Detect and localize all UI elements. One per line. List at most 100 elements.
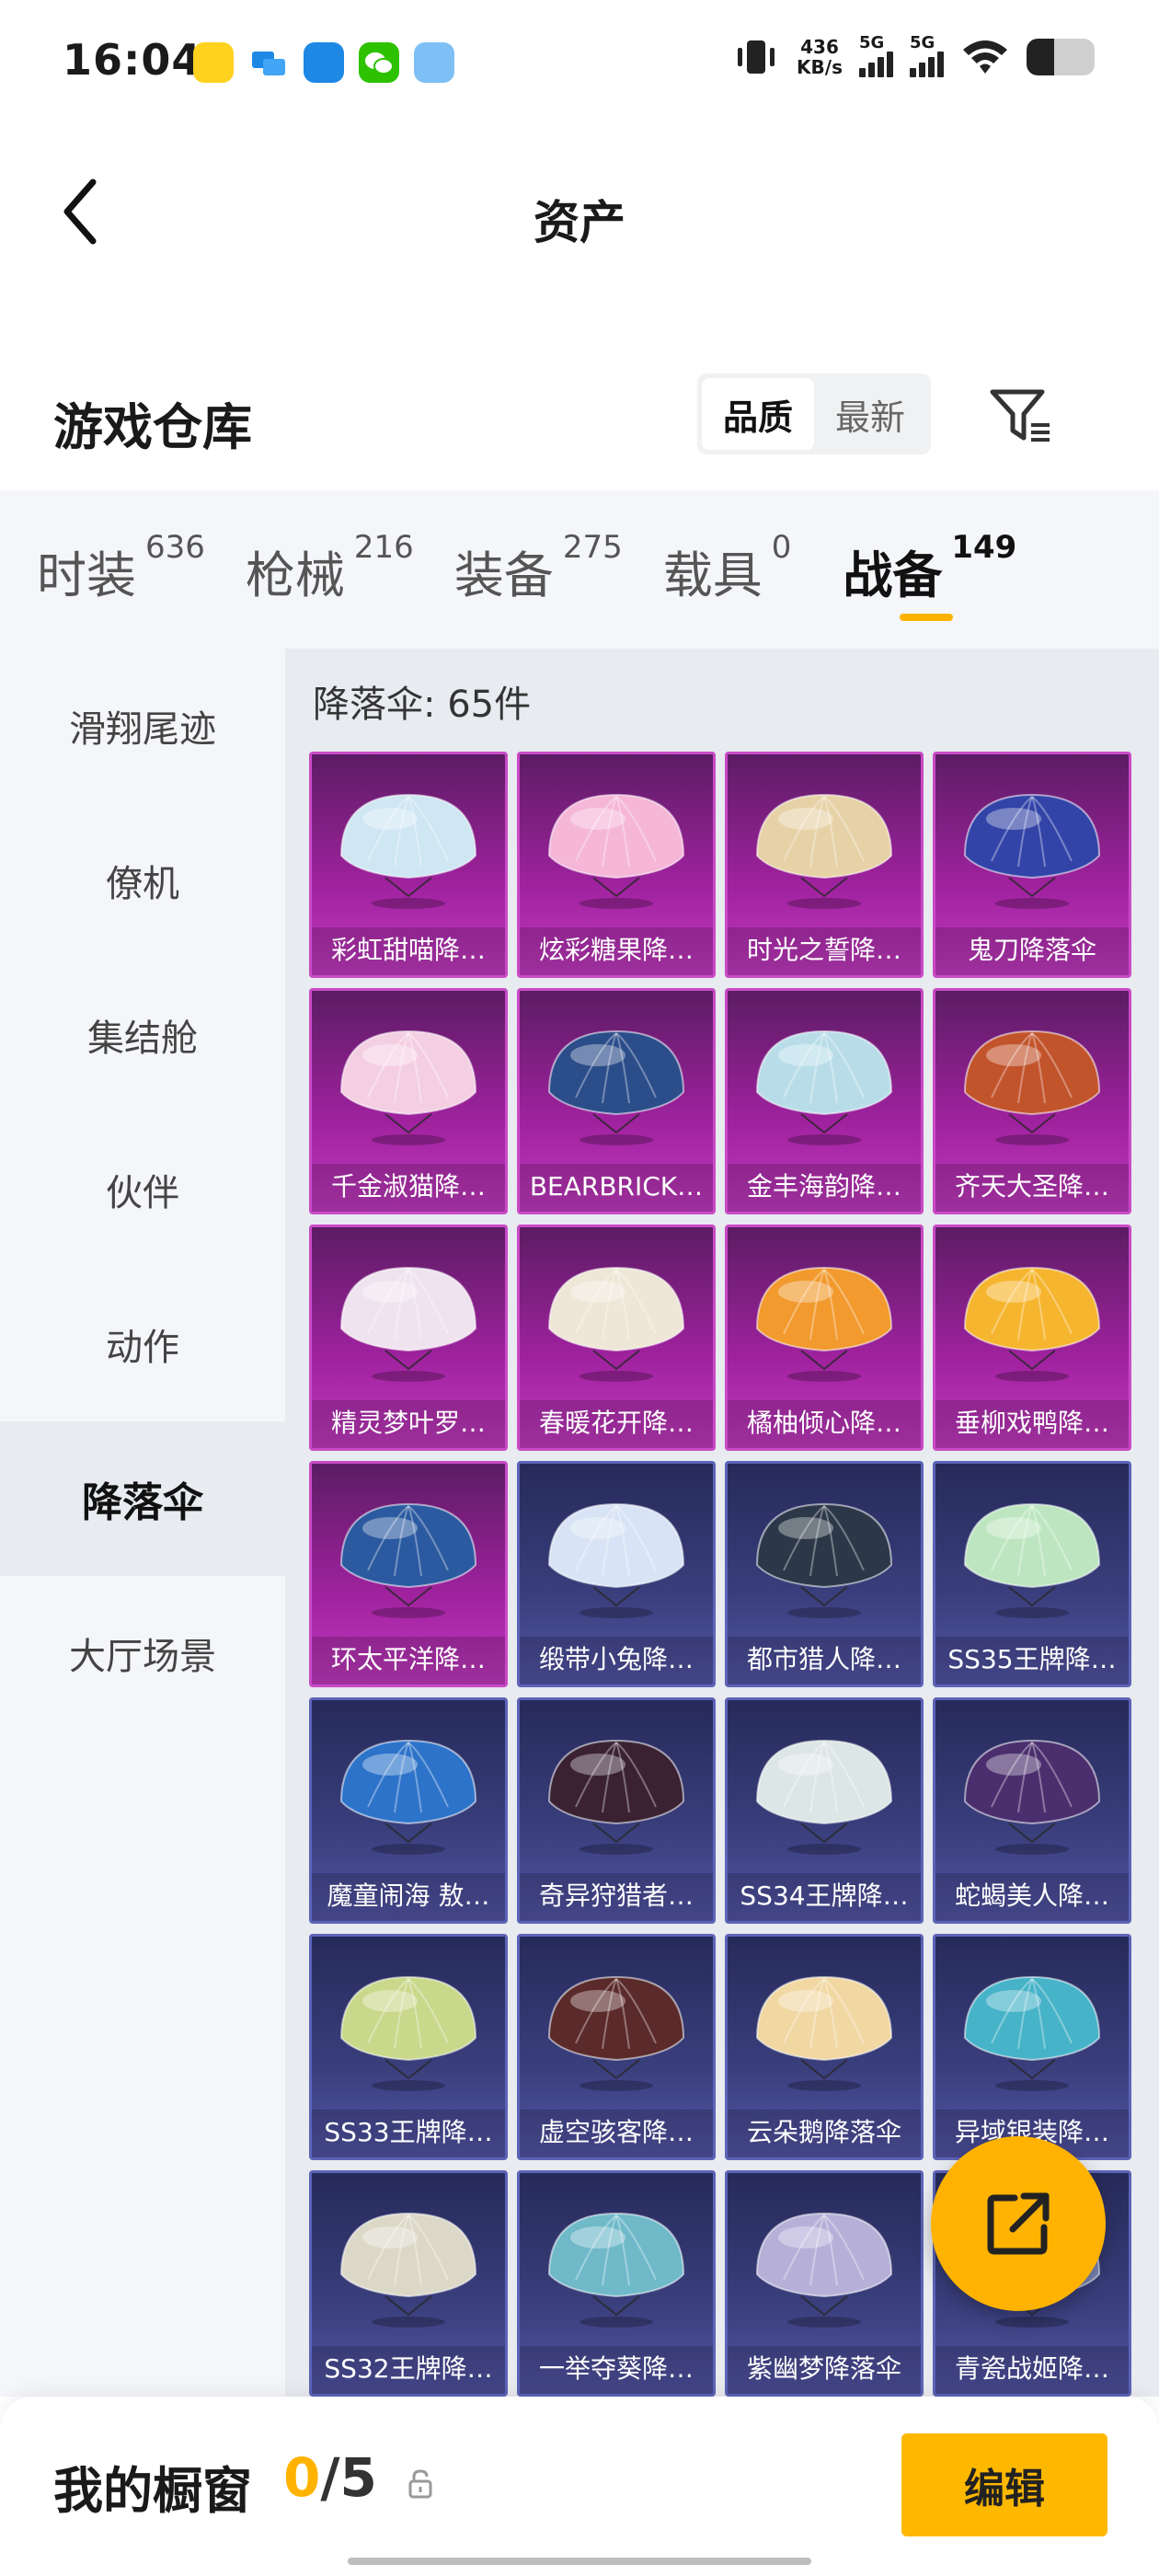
parachute-name: 时光之誓降… [728,927,921,975]
parachute-name: 环太平洋降… [312,1637,505,1685]
sidebar-item-glide-trail[interactable]: 滑翔尾迹 [0,649,285,803]
sort-option-newest[interactable]: 最新 [814,378,926,450]
parachute-icon [547,1739,685,1855]
net-speed-value: 436 [800,36,839,58]
parachute-name: 精灵梦叶罗… [312,1400,505,1448]
parachute-icon [963,1975,1101,2091]
parachute-icon [963,1266,1101,1382]
parachute-name: 齐天大圣降… [935,1164,1129,1212]
parachute-name: 金丰海韵降… [728,1164,921,1212]
tab-equipment-count: 275 [562,529,623,566]
battery-fill [1027,39,1054,75]
parachute-card[interactable]: 虚空骇客降… [517,1934,716,2160]
parachute-icon [339,1029,477,1145]
section-title: 降落伞: 65件 [313,684,532,726]
sidebar-item-companion[interactable]: 伙伴 [0,1112,285,1267]
showcase-current: 0 [283,2446,321,2509]
parachute-card[interactable]: 精灵梦叶罗… [309,1225,508,1451]
warehouse-header: 游戏仓库 品质 最新 [0,368,1159,469]
sort-option-quality[interactable]: 品质 [702,378,814,450]
parachute-icon [963,793,1101,909]
parachute-name: 彩虹甜喵降… [312,927,505,975]
parachute-card[interactable]: SS33王牌降… [309,1934,508,2160]
status-bar: 16:04 436 KB/s 5G 5G [0,0,1159,124]
net-speed-unit: KB/s [797,56,843,78]
tab-vehicles[interactable]: 载具 0 [663,490,792,649]
game-app-icon [193,42,234,83]
signal-label-2: 5G [910,33,935,52]
sidebar-item-lobby-scene[interactable]: 大厅场景 [0,1576,285,1731]
parachute-name: 炫彩糖果降… [520,927,713,975]
parachute-card[interactable]: 彩虹甜喵降… [309,752,508,978]
parachute-name: 虚空骇客降… [520,2110,713,2157]
sidebar-item-emote[interactable]: 动作 [0,1267,285,1421]
parachute-name: 都市猎人降… [728,1637,921,1685]
signal-icon-1: 5G [859,33,893,77]
status-right: 436 KB/s 5G 5G [732,33,1095,77]
parachute-card[interactable]: SS35王牌降… [933,1461,1131,1687]
parachute-card[interactable]: 千金淑猫降… [309,988,508,1214]
parachute-card[interactable]: 异域银装降… [933,1934,1131,2160]
tab-fashion[interactable]: 时装 636 [37,490,205,649]
parachute-card[interactable]: SS32王牌降… [309,2170,508,2397]
parachute-name: SS33王牌降… [312,2110,505,2157]
sidebar-item-parachute[interactable]: 降落伞 [0,1421,285,1576]
parachute-name: 蛇蝎美人降… [935,1873,1129,1921]
parachute-name: 奇异狩猎者… [520,1873,713,1921]
parachute-name: 垂柳戏鸭降… [935,1400,1129,1448]
browser-app-icon [304,42,344,83]
parachute-card[interactable]: 齐天大圣降… [933,988,1131,1214]
parachute-card[interactable]: 一举夺葵降… [517,2170,716,2397]
parachute-card[interactable]: 缎带小兔降… [517,1461,716,1687]
parachute-card[interactable]: 奇异狩猎者… [517,1697,716,1924]
parachute-card[interactable]: 都市猎人降… [725,1461,924,1687]
tab-combat-gear[interactable]: 战备 149 [843,490,1016,649]
parachute-card[interactable]: 云朵鹅降落伞 [725,1934,924,2160]
parachute-icon [963,1029,1101,1145]
parachute-name: 一举夺葵降… [520,2346,713,2394]
parachute-card[interactable]: 时光之誓降… [725,752,924,978]
parachute-icon [547,2212,685,2328]
parachute-card[interactable]: 春暖花开降… [517,1225,716,1451]
home-indicator[interactable] [348,2558,811,2565]
notification-icons [193,42,454,83]
parachute-name: 鬼刀降落伞 [935,927,1129,975]
parachute-card[interactable]: 鬼刀降落伞 [933,752,1131,978]
parachute-icon [755,1739,893,1855]
signal-label-1: 5G [859,33,885,52]
lock-icon [407,2468,434,2503]
parachute-card[interactable]: BEARBRICK… [517,988,716,1214]
parachute-name: 春暖花开降… [520,1400,713,1448]
filter-button[interactable] [984,379,1058,453]
parachute-icon [547,793,685,909]
showcase-count: 0/5 [283,2446,377,2509]
parachute-card[interactable]: 橘柚倾心降… [725,1225,924,1451]
net-speed: 436 KB/s [797,37,843,77]
parachute-name: BEARBRICK… [520,1164,713,1212]
status-time: 16:04 [63,35,202,85]
wifi-icon [963,40,1007,74]
parachute-icon [963,1502,1101,1618]
parachute-card[interactable]: 环太平洋降… [309,1461,508,1687]
parachute-card[interactable]: 炫彩糖果降… [517,752,716,978]
parachute-name: 千金淑猫降… [312,1164,505,1212]
edit-button[interactable]: 编辑 [901,2433,1107,2536]
parachute-card[interactable]: 紫幽梦降落伞 [725,2170,924,2397]
tab-weapons[interactable]: 枪械 216 [246,490,414,649]
parachute-name: SS32王牌降… [312,2346,505,2394]
parachute-card[interactable]: 蛇蝎美人降… [933,1697,1131,1924]
parachute-icon [339,2212,477,2328]
parachute-card[interactable]: 金丰海韵降… [725,988,924,1214]
tab-fashion-label: 时装 [37,546,136,604]
sidebar-item-assembly-pod[interactable]: 集结舱 [0,958,285,1112]
parachute-card[interactable]: SS34王牌降… [725,1697,924,1924]
showcase-title: 我的橱窗 [53,2462,252,2520]
sidebar-item-wingman[interactable]: 僚机 [0,803,285,958]
parachute-card[interactable]: 垂柳戏鸭降… [933,1225,1131,1451]
parachute-icon [755,2212,893,2328]
share-button[interactable] [931,2136,1106,2311]
tab-equipment[interactable]: 装备 275 [454,490,623,649]
parachute-card[interactable]: 魔童闹海 敖… [309,1697,508,1924]
parachute-icon [755,1502,893,1618]
parachute-icon [547,1975,685,2091]
